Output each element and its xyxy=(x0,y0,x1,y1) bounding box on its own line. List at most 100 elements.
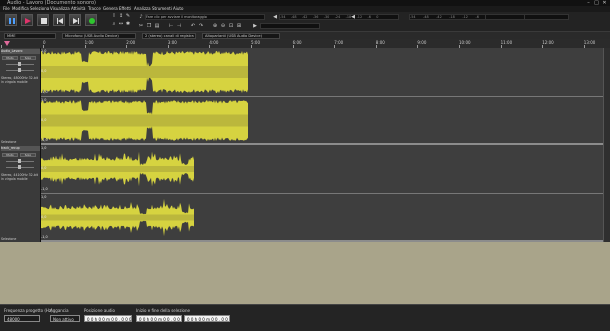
redo-icon[interactable]: ↷ xyxy=(198,23,204,29)
play-scale-label: -12 xyxy=(356,15,363,19)
playback-volume-slider[interactable] xyxy=(485,14,525,20)
play-scale-label: -48 xyxy=(290,15,297,19)
scale-label: 1,0 xyxy=(41,195,47,199)
selection-start-field[interactable]: 0 0 h 0 0 m 0 0 . 0 0 0 s xyxy=(136,315,182,322)
rec-scale-label: -54 xyxy=(410,15,416,19)
play-speed-slider[interactable] xyxy=(260,23,320,29)
mic-icon: ♪ xyxy=(139,14,143,20)
ruler-tick-label: 12:00 xyxy=(542,40,554,45)
play-button[interactable] xyxy=(21,14,33,26)
ruler-tick-label: 7:00 xyxy=(334,40,344,45)
scale-label: 1,0 xyxy=(41,98,47,102)
gain-knob[interactable] xyxy=(18,62,21,66)
rec-scale-label: -48 xyxy=(423,15,429,19)
mute-button[interactable]: Muto xyxy=(2,153,18,157)
undo-icon[interactable]: ↶ xyxy=(190,23,196,29)
pan-knob[interactable] xyxy=(18,165,21,169)
ruler-tick-label: 9:00 xyxy=(417,40,427,45)
draw-tool-icon[interactable]: ✎ xyxy=(125,13,131,19)
ruler-tick-label: 4:00 xyxy=(209,40,219,45)
pan-knob[interactable] xyxy=(18,68,21,72)
audio-track[interactable]: 1,0 0,0 -1,0 1,0 0,0 -1,0 xyxy=(41,48,603,145)
ruler-tick-label: 6:00 xyxy=(292,40,302,45)
multi-tool-icon[interactable]: ✱ xyxy=(125,21,131,27)
selection-toolbar: Frequenza progetto (Hz) 48000 Aggancia N… xyxy=(0,304,610,331)
scale-label: 0,0 xyxy=(41,69,47,73)
rec-scale-label: -6 xyxy=(475,15,479,19)
solo-button[interactable]: Solo xyxy=(20,153,36,157)
channel-right[interactable]: 1,0 0,0 -1,0 xyxy=(41,193,603,240)
audio-position-label: Posizione audio xyxy=(84,308,115,313)
cut-icon[interactable]: ✂ xyxy=(138,23,144,29)
pin-icon[interactable] xyxy=(4,41,10,46)
pause-button[interactable] xyxy=(5,14,17,26)
waveform xyxy=(41,99,248,142)
play-scale-label: 0 xyxy=(376,15,379,19)
stop-icon xyxy=(41,18,47,24)
play-scale-label: -36 xyxy=(312,15,319,19)
play-scale-label: -42 xyxy=(301,15,308,19)
waveform xyxy=(41,151,194,187)
timeshift-tool-icon[interactable]: ↔ xyxy=(118,21,124,27)
trim-icon[interactable]: ⊢ xyxy=(168,23,174,29)
channel-right[interactable]: 1,0 0,0 -1,0 xyxy=(41,96,603,143)
mute-button[interactable]: Muto xyxy=(2,56,18,60)
scale-label: -1,0 xyxy=(41,235,48,239)
copy-icon[interactable]: ❐ xyxy=(146,23,152,29)
ruler-tick-label: 2:00 xyxy=(126,40,136,45)
ruler-tick-label: 8:00 xyxy=(375,40,385,45)
snap-select[interactable]: Non attivo xyxy=(50,315,80,322)
skip-end-button[interactable] xyxy=(69,14,81,26)
zoom-out-icon[interactable]: ⊖ xyxy=(220,23,226,29)
record-meter[interactable]: Fare clic per avviare il monitoraggio xyxy=(145,14,265,20)
waveform xyxy=(41,50,248,94)
ruler-tick-label: 3:00 xyxy=(167,40,177,45)
skip-end-icon xyxy=(73,18,79,24)
silence-icon[interactable]: ⊣ xyxy=(176,23,182,29)
envelope-tool-icon[interactable]: ↕ xyxy=(118,13,124,19)
scale-label: 1,0 xyxy=(41,146,47,150)
audio-track[interactable]: 1,0 0,0 -1,0 1,0 0,0 -1,0 xyxy=(41,145,603,242)
play-at-speed-icon[interactable]: ▶ xyxy=(252,23,258,29)
waveform-rms xyxy=(41,66,248,78)
track-control-panel[interactable]: Audio_Lavoro Muto Solo Stereo, 48000Hz 3… xyxy=(0,48,41,145)
track-control-panel[interactable]: track_recup Muto Solo Stereo, 44100Hz 32… xyxy=(0,145,41,242)
solo-button[interactable]: Solo xyxy=(20,56,36,60)
track-select-button[interactable]: Selezione xyxy=(1,140,16,144)
scale-label: 0,0 xyxy=(41,166,47,170)
play-scale-label: -24 xyxy=(334,15,341,19)
playback-volume-icon: ◀ xyxy=(351,14,355,20)
channel-left[interactable]: 1,0 0,0 -1,0 xyxy=(41,48,603,96)
playback-meter[interactable]: -54 -48 -42 -36 -30 -24 -18 -12 -6 0 xyxy=(279,14,399,20)
selection-mode-label: Inizio e fine della selezione xyxy=(136,308,190,313)
skip-start-icon xyxy=(57,18,63,24)
channel-left[interactable]: 1,0 0,0 -1,0 xyxy=(41,145,603,193)
skip-start-button[interactable] xyxy=(53,14,65,26)
paste-icon[interactable]: ▤ xyxy=(154,23,160,29)
track-name[interactable]: track_recup xyxy=(1,146,40,151)
speaker-icon: ◀ xyxy=(273,14,277,20)
play-scale-label: -6 xyxy=(367,15,371,19)
selection-tool-icon[interactable]: I xyxy=(111,13,117,19)
track-select-button[interactable]: Selezione xyxy=(1,237,16,241)
empty-track-area[interactable] xyxy=(0,242,610,304)
zoom-in-icon[interactable]: ⊕ xyxy=(212,23,218,29)
audio-position-field[interactable]: 0 0 h 0 0 m 0 0 . 0 0 0 s xyxy=(84,315,132,322)
ruler-tick-label: 11:00 xyxy=(500,40,513,45)
record-button[interactable] xyxy=(85,14,97,26)
play-scale-label: -54 xyxy=(280,15,286,19)
stop-button[interactable] xyxy=(37,14,49,26)
project-rate-select[interactable]: 48000 xyxy=(4,315,40,322)
ruler-tick-label: 10:00 xyxy=(459,40,471,45)
scale-label: -1,0 xyxy=(41,138,48,142)
gain-knob[interactable] xyxy=(18,159,21,163)
fit-project-icon[interactable]: ⊞ xyxy=(236,23,242,29)
vertical-scrollbar[interactable] xyxy=(603,48,610,242)
track-format-info: Stereo, 44100Hz 32-bit in virgola mobile xyxy=(1,173,38,181)
selection-end-field[interactable]: 0 0 h 0 0 m 0 0 . 0 0 0 s xyxy=(184,315,230,322)
waveform-rms xyxy=(41,166,194,172)
track-format-info: Stereo, 48000Hz 32-bit in virgola mobile xyxy=(1,76,38,84)
track-name[interactable]: Audio_Lavoro xyxy=(1,49,40,54)
fit-selection-icon[interactable]: ⊡ xyxy=(228,23,234,29)
zoom-tool-icon[interactable]: ⌕ xyxy=(111,21,117,27)
